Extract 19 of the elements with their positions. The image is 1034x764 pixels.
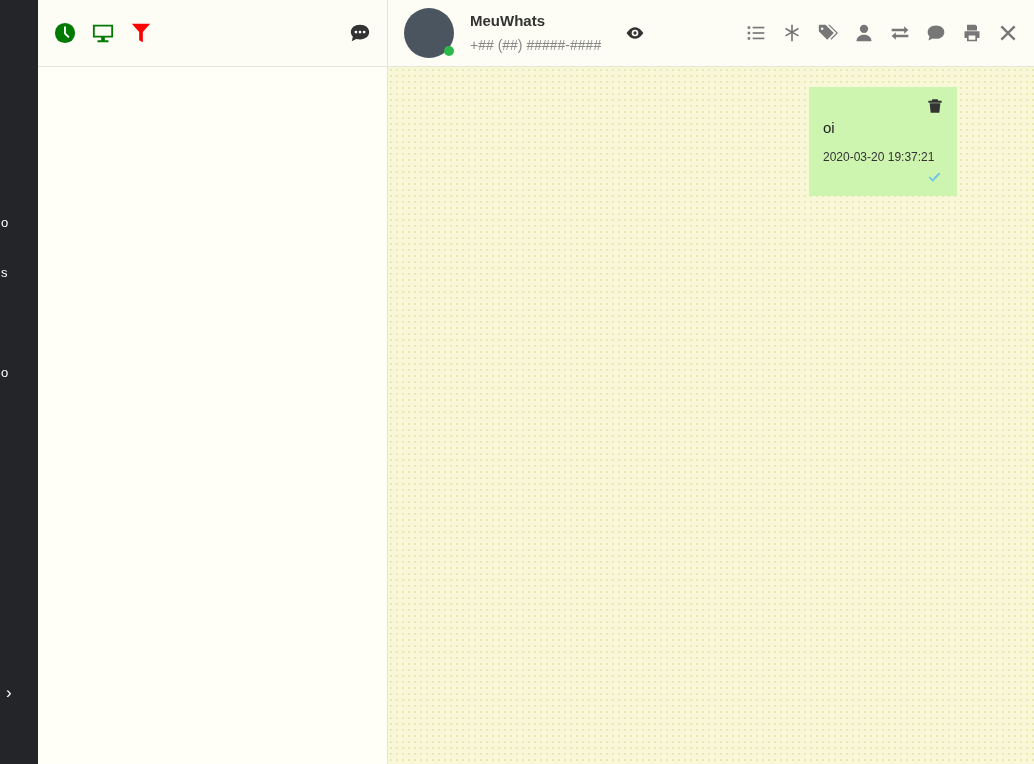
user-icon[interactable] [854,23,874,43]
message-time: 2020-03-20 19:37:21 [823,148,936,166]
contact-name: MeuWhats [470,11,546,32]
message-text: oi [823,118,836,138]
menu-item-label[interactable]: o [1,215,9,231]
asterisk-icon[interactable] [782,23,802,43]
menu-item-label[interactable]: o [1,365,9,381]
monitor-icon[interactable] [92,22,114,44]
new-chat-icon[interactable] [349,22,371,44]
list-icon[interactable] [746,23,766,43]
trash-icon[interactable] [927,97,943,115]
clock-icon[interactable] [54,22,76,44]
menu-item-label[interactable]: s [1,265,8,281]
expand-chevron[interactable]: › [6,680,12,706]
filter-icon[interactable] [130,22,152,44]
speech-bubble-icon[interactable] [926,23,946,43]
close-icon[interactable] [998,23,1018,43]
contact-phone: +## (##) #####-#### [470,35,602,55]
printer-icon[interactable] [962,23,982,43]
